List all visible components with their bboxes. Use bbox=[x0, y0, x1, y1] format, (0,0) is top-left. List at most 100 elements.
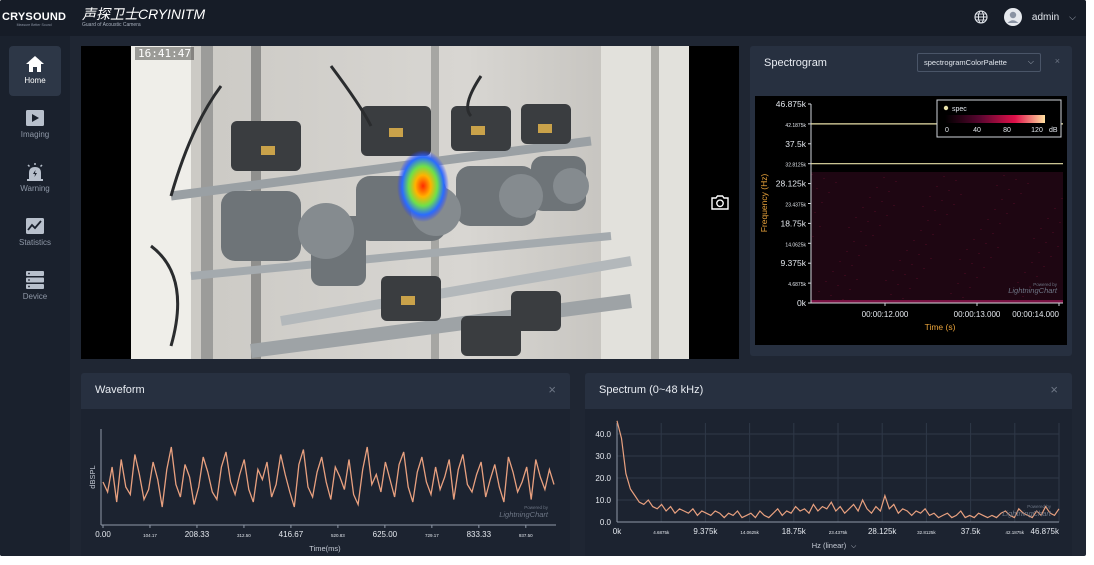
spectrogram-cell bbox=[1024, 272, 1026, 273]
spectrogram-cell bbox=[955, 180, 957, 181]
spectrogram-cell bbox=[881, 201, 883, 202]
spectrogram-cell bbox=[1033, 238, 1035, 239]
x-tick-label: 42.1875k bbox=[1006, 530, 1025, 535]
spectrogram-cell bbox=[957, 283, 959, 284]
spectrogram-cell bbox=[892, 270, 894, 271]
spectrogram-cell bbox=[990, 257, 992, 258]
spectrogram-chart[interactable]: 0k 4.6875k 9.375k 14.0625k 18.75k 23.4375k 28.… bbox=[755, 96, 1067, 345]
spectrogram-cell bbox=[1015, 179, 1017, 180]
close-icon[interactable]: × bbox=[548, 382, 556, 397]
spectrum-title: Spectrum (0~48 kHz) bbox=[599, 384, 704, 396]
spectrogram-cell bbox=[969, 287, 971, 288]
spectrogram-cell bbox=[946, 214, 948, 215]
spectrum-chart[interactable]: 0.0 10.0 20.0 30.0 40.0 0k 4.6875k 9.375k 14.062… bbox=[585, 409, 1072, 556]
close-icon[interactable]: × bbox=[1055, 56, 1060, 66]
chevron-down-icon: ⌵ bbox=[1027, 57, 1034, 66]
spectrogram-cell bbox=[849, 289, 851, 290]
spectrogram-cell bbox=[922, 206, 924, 207]
spectrogram-cell bbox=[860, 231, 862, 232]
y-tick-label: 46.875k bbox=[776, 99, 807, 109]
legend-unit: dB bbox=[1049, 127, 1058, 134]
watermark: LightningChart bbox=[1002, 509, 1052, 518]
spectrogram-cell bbox=[923, 268, 925, 269]
spectrogram-cell bbox=[1013, 203, 1015, 204]
color-palette-select[interactable]: spectrogramColorPalette ⌵ bbox=[917, 53, 1041, 72]
y-tick-label: 14.0625k bbox=[785, 242, 806, 248]
nav-item-home[interactable]: Home bbox=[9, 46, 61, 96]
legend-marker bbox=[943, 105, 949, 111]
spectrogram-cell bbox=[865, 245, 867, 246]
nav-label: Imaging bbox=[20, 130, 50, 139]
x-tick-label: 104.17 bbox=[143, 533, 157, 538]
camera-icon[interactable] bbox=[711, 194, 729, 210]
spectrogram-cell bbox=[855, 217, 857, 218]
nav-item-warning[interactable]: Warning bbox=[9, 154, 61, 204]
nav-item-imaging[interactable]: Imaging bbox=[9, 100, 61, 150]
server-icon bbox=[26, 271, 44, 289]
top-bar: CRYSOUND Measure Better Sound 声探卫士CRYINI… bbox=[0, 0, 1086, 36]
y-tick-label: 37.5k bbox=[785, 139, 807, 149]
nav-label: Device bbox=[22, 292, 48, 301]
x-tick-label: 00:00:12.000 bbox=[862, 310, 909, 319]
y-tick-label: 42.1875k bbox=[785, 123, 806, 129]
spectrogram-cell bbox=[853, 241, 855, 242]
spectrogram-cell bbox=[858, 255, 860, 256]
x-tick-label: 937.50 bbox=[519, 533, 533, 538]
x-tick-label: 37.5k bbox=[961, 527, 982, 536]
spectrogram-cell bbox=[1008, 189, 1010, 190]
x-axis-title: Time(ms) bbox=[309, 544, 341, 553]
chevron-down-icon[interactable]: ⌵ bbox=[1069, 12, 1076, 23]
spectrogram-cell bbox=[918, 254, 920, 255]
x-tick-label: 0.00 bbox=[95, 530, 111, 539]
x-axis-title: Hz (linear) bbox=[812, 541, 847, 550]
nav-item-statistics[interactable]: Statistics bbox=[9, 208, 61, 258]
spectrogram-cell bbox=[825, 281, 827, 282]
spectrogram-cell bbox=[1020, 193, 1022, 194]
close-icon[interactable]: × bbox=[1050, 382, 1058, 397]
spectrogram-cell bbox=[872, 235, 874, 236]
spectrogram-cell bbox=[1043, 266, 1045, 267]
x-tick-label: 32.8125k bbox=[917, 530, 936, 535]
username[interactable]: admin bbox=[1032, 12, 1059, 23]
x-tick-label: 208.33 bbox=[185, 530, 210, 539]
spectrogram-cell bbox=[906, 250, 908, 251]
legend-scale-label: 120 bbox=[1031, 127, 1043, 134]
y-tick-label: 32.8125k bbox=[785, 163, 806, 169]
spectrogram-cell bbox=[899, 260, 901, 261]
waveform-panel: Waveform × 0.00 104.17 208.33 312.50 416.67 5… bbox=[81, 373, 570, 556]
spectrogram-cell bbox=[1022, 296, 1024, 297]
spectrogram-cell bbox=[925, 244, 927, 245]
user-avatar-icon[interactable] bbox=[1003, 8, 1022, 26]
spectrogram-cell bbox=[1006, 213, 1008, 214]
x-tick-label: 0k bbox=[613, 527, 622, 536]
product-subtitle: Guard of Acoustic Camera bbox=[82, 22, 141, 28]
spectrogram-cell bbox=[821, 202, 823, 203]
y-axis-title: Frequency (Hz) bbox=[759, 174, 769, 233]
legend-scale-label: 40 bbox=[973, 127, 981, 134]
x-tick-label: 00:00:14.000 bbox=[1012, 310, 1059, 319]
spectrogram-cell bbox=[1057, 246, 1059, 247]
y-tick-label: 18.75k bbox=[780, 218, 806, 228]
sidebar: Home Imaging Warning Statistics Device bbox=[0, 36, 70, 556]
waveform-chart[interactable]: 0.00 104.17 208.33 312.50 416.67 520.83 625.00… bbox=[81, 409, 570, 556]
y-tick-label: 0.0 bbox=[600, 518, 612, 527]
spectrogram-cell bbox=[929, 196, 931, 197]
y-tick-label: 28.125k bbox=[776, 179, 807, 189]
y-tick-label: 9.375k bbox=[780, 258, 806, 268]
spectrogram-cell bbox=[869, 197, 871, 198]
spectrogram-cell bbox=[966, 249, 968, 250]
nav-item-device[interactable]: Device bbox=[9, 262, 61, 312]
logo-text: CRYSOUND bbox=[2, 11, 67, 23]
spectrum-panel: Spectrum (0~48 kHz) × 0.0 10.0 20.0 30.0 40.… bbox=[585, 373, 1072, 556]
alarm-icon bbox=[27, 163, 43, 181]
spectrogram-cell bbox=[1052, 232, 1054, 233]
user-area: admin ⌵ bbox=[974, 8, 1076, 26]
globe-icon[interactable] bbox=[974, 10, 988, 24]
spectrogram-cell bbox=[902, 298, 904, 299]
spectrogram-cell bbox=[1054, 208, 1056, 209]
spectrogram-cell bbox=[959, 259, 961, 260]
x-tick-label: 625.00 bbox=[373, 530, 398, 539]
camera-view[interactable]: 16:41:47 bbox=[81, 46, 739, 359]
x-tick-label: 833.33 bbox=[467, 530, 492, 539]
watermark: LightningChart bbox=[499, 510, 549, 519]
